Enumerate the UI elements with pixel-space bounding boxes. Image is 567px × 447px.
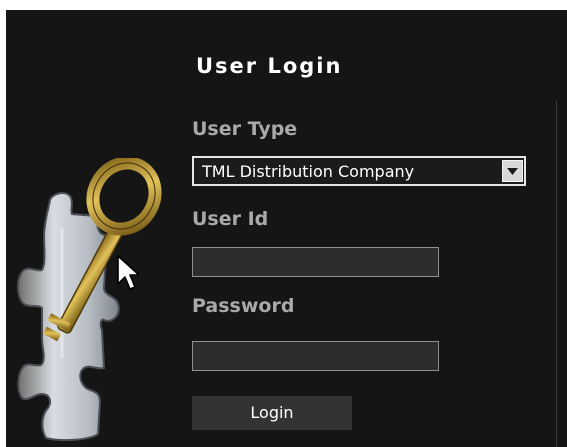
user-id-label: User Id bbox=[192, 208, 269, 230]
login-title: User Login bbox=[196, 54, 343, 78]
dropdown-arrow-icon[interactable] bbox=[502, 160, 523, 182]
user-type-label: User Type bbox=[192, 118, 298, 140]
user-type-select[interactable]: TML Distribution Company bbox=[192, 156, 526, 186]
mouse-pointer-icon bbox=[117, 255, 139, 290]
password-input[interactable] bbox=[192, 341, 439, 371]
password-label: Password bbox=[192, 295, 295, 317]
puzzle-key-illustration bbox=[17, 158, 162, 442]
user-type-selected-value: TML Distribution Company bbox=[202, 162, 415, 181]
login-page: User Login User Type TML Distribution Co… bbox=[0, 0, 567, 447]
vertical-divider bbox=[556, 100, 557, 447]
login-button[interactable]: Login bbox=[192, 396, 352, 430]
user-id-input[interactable] bbox=[192, 247, 439, 277]
